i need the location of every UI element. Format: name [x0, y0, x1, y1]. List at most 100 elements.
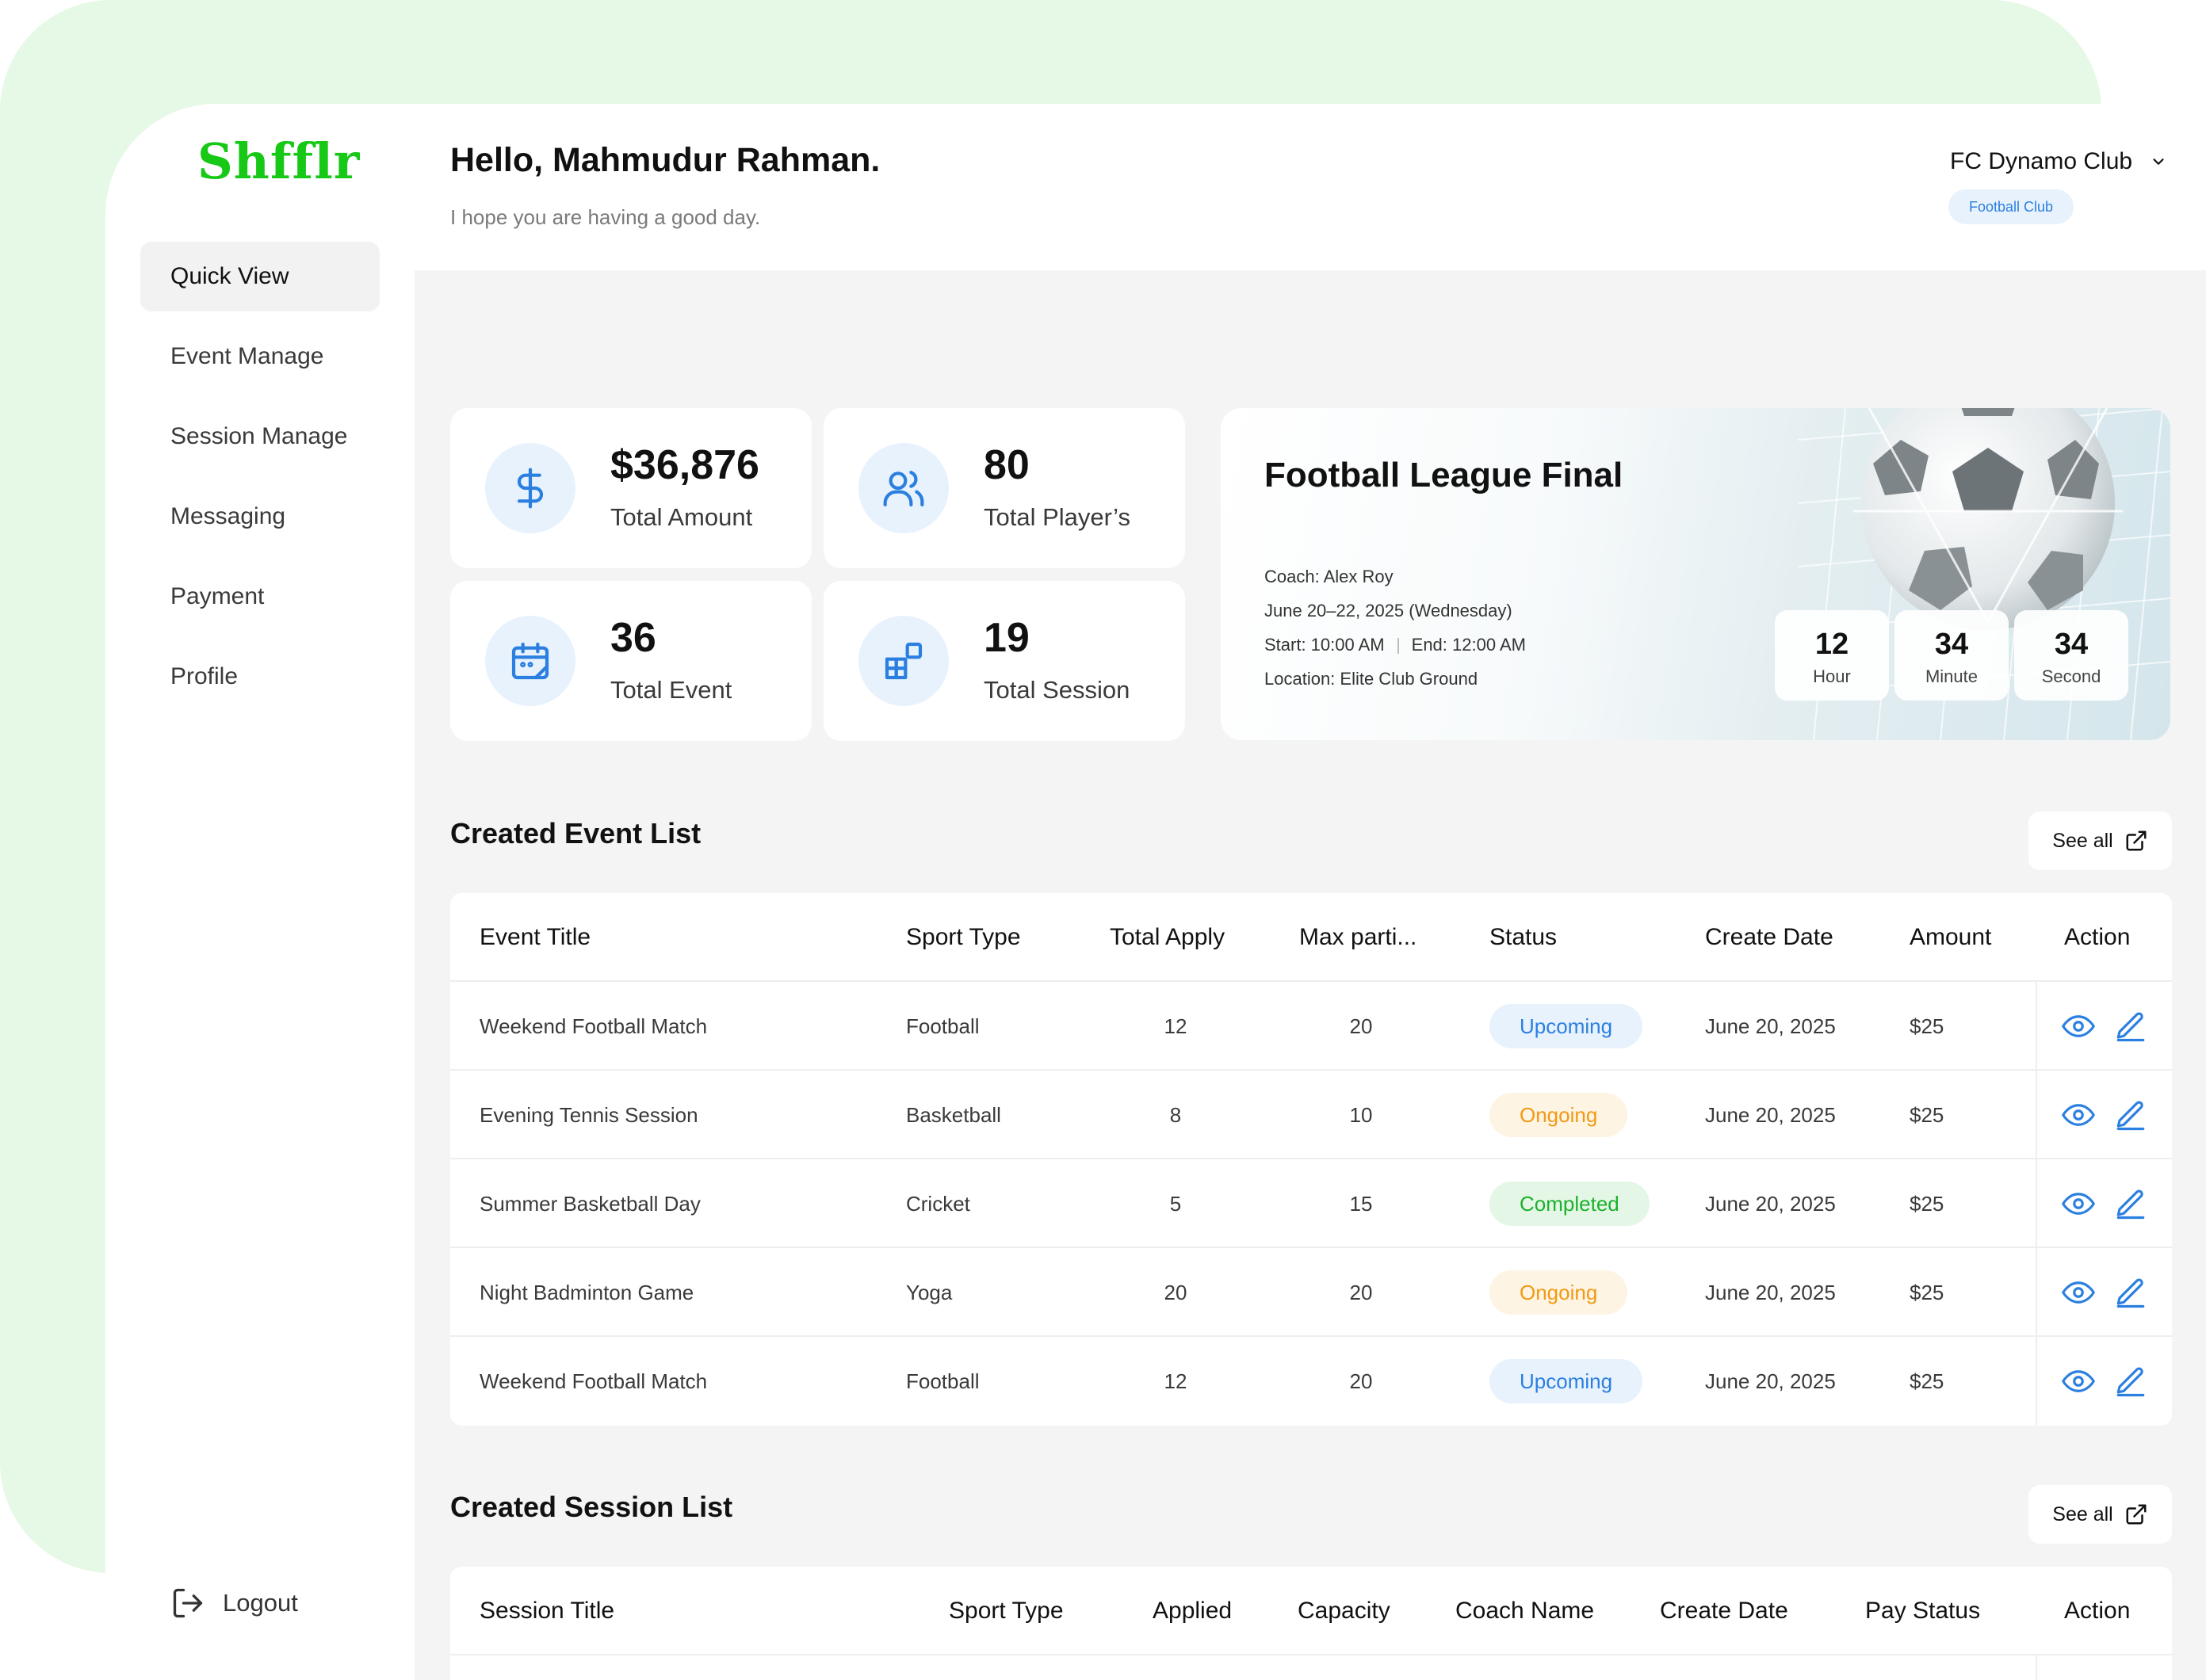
total-apply-cell: 12 [1164, 1014, 1187, 1038]
action-header-cell: Action [2036, 893, 2172, 982]
sessions-see-all-button[interactable]: See all [2028, 1485, 2172, 1544]
stat-value: 80 [984, 442, 1030, 488]
sidebar-item-payment[interactable]: Payment [140, 562, 380, 632]
edit-icon[interactable] [2114, 1187, 2147, 1220]
edit-icon[interactable] [2114, 1010, 2147, 1043]
column-header[interactable]: Total Apply [1110, 893, 1225, 982]
edit-icon[interactable] [2114, 1365, 2147, 1398]
status-cell: Upcoming [1489, 1337, 1643, 1426]
applied-cell: 10 [1153, 1655, 1248, 1680]
featured-coach: Coach: Alex Roy [1264, 567, 1394, 586]
sport-type-cell: Basketball [906, 1102, 1001, 1127]
see-all-label: See all [2052, 829, 2113, 852]
session-list-title: Created Session List [450, 1491, 733, 1523]
main-content: $36,876 Total Amount 80 Total Player’s 3… [415, 270, 2206, 1680]
total-apply-cell: 12 [1164, 1369, 1187, 1393]
eye-icon[interactable] [2062, 1187, 2095, 1220]
pay-status-cell: Paid [1865, 1655, 1998, 1680]
column-header[interactable]: Session Title [480, 1567, 614, 1655]
max-participants-cell: 20 [1349, 1280, 1373, 1304]
external-link-icon [2126, 1504, 2147, 1525]
table-row[interactable]: Weekend Football Match Football 12 20 Upcomi… [450, 1337, 2172, 1426]
featured-event-card[interactable]: Football League Final Coach: Alex Roy Ju… [1221, 408, 2170, 740]
session-title-cell: Morning Fitness Drill [480, 1655, 667, 1680]
events-see-all-button[interactable]: See all [2028, 811, 2172, 870]
eye-icon[interactable] [2062, 1365, 2095, 1398]
column-header[interactable]: Create Date [1660, 1567, 1788, 1655]
event-title-cell: Evening Tennis Session [480, 1102, 698, 1127]
club-selector[interactable]: FC Dynamo Club [1950, 148, 2167, 175]
stat-value: $36,876 [610, 442, 759, 488]
coach-name-cell: Sarah Collins [1455, 1655, 1578, 1680]
table-row[interactable]: Weekend Football Match Football 12 20 Upcomi… [450, 982, 2172, 1071]
column-header[interactable]: Event Title [480, 893, 591, 982]
column-header[interactable]: Capacity [1298, 1567, 1390, 1655]
table-row[interactable]: Night Badminton Game Yoga 20 20 Ongoing June … [450, 1248, 2172, 1337]
brand-logo[interactable]: Shfflr [197, 132, 360, 190]
logout-button[interactable]: Logout [170, 1586, 298, 1621]
create-date-cell: June 20, 2025 [1705, 1014, 1836, 1038]
column-header[interactable]: Sport Type [949, 1567, 1064, 1655]
event-rows: Weekend Football Match Football 12 20 Upcomi… [450, 982, 2172, 1426]
status-cell: Completed [1489, 1159, 1650, 1248]
countdown-label: Hour [1813, 666, 1851, 686]
countdown-second: 34 Second [2014, 610, 2128, 701]
amount-cell: $25 [1910, 1014, 1944, 1038]
stat-card-total-amount: $36,876 Total Amount [450, 408, 812, 568]
event-title-cell: Weekend Football Match [480, 1014, 708, 1038]
sidebar-item-session-manage[interactable]: Session Manage [140, 402, 380, 472]
countdown-value: 34 [1934, 628, 1969, 661]
sidebar-item-event-manage[interactable]: Event Manage [140, 322, 380, 391]
edit-icon[interactable] [2114, 1098, 2147, 1132]
sidebar-nav: Quick View Event Manage Session Manage M… [140, 242, 380, 722]
action-header-cell: Action [2036, 1567, 2172, 1655]
logout-icon [173, 1588, 203, 1618]
see-all-label: See all [2052, 1502, 2113, 1525]
action-cell [2036, 1655, 2172, 1680]
stat-card-total-players: 80 Total Player’s [824, 408, 1185, 568]
sidebar-item-quick-view[interactable]: Quick View [140, 242, 380, 311]
action-cell [2036, 1248, 2172, 1337]
event-title-cell: Summer Basketball Day [480, 1191, 701, 1216]
column-header[interactable]: Coach Name [1455, 1567, 1594, 1655]
table-row[interactable]: Evening Tennis Session Basketball 8 10 Ongoi… [450, 1071, 2172, 1159]
eye-icon[interactable] [2062, 1276, 2095, 1309]
calendar-icon [485, 616, 575, 706]
sport-type-cell: Yoga [906, 1280, 953, 1304]
status-cell: Ongoing [1489, 1071, 1628, 1159]
total-apply-cell: 20 [1164, 1280, 1187, 1304]
sport-type-cell: Football [949, 1655, 1023, 1680]
create-date-cell: June 20, 2025 [1705, 1191, 1836, 1216]
max-participants-cell: 20 [1349, 1369, 1373, 1393]
status-badge: Ongoing [1489, 1270, 1628, 1315]
column-header[interactable]: Create Date [1705, 893, 1833, 982]
club-type-badge: Football Club [1948, 189, 2074, 224]
table-row[interactable]: Summer Basketball Day Cricket 5 15 Completed… [450, 1159, 2172, 1248]
featured-event-title: Football League Final [1264, 456, 1623, 494]
table-header: Event Title Sport Type Total Apply Max p… [450, 893, 2172, 982]
action-cell [2036, 982, 2172, 1071]
column-header[interactable]: Pay Status [1865, 1567, 1980, 1655]
featured-time: Start: 10:00 AM End: 12:00 AM [1264, 635, 1526, 655]
column-header[interactable]: Status [1489, 893, 1557, 982]
club-name: FC Dynamo Club [1950, 148, 2133, 174]
status-badge: Ongoing [1489, 1093, 1628, 1137]
edit-icon[interactable] [2114, 1276, 2147, 1309]
column-header[interactable]: Max parti... [1299, 893, 1417, 982]
featured-start: Start: 10:00 AM [1264, 635, 1385, 655]
event-title-cell: Weekend Football Match [480, 1369, 708, 1393]
sidebar-item-messaging[interactable]: Messaging [140, 482, 380, 552]
amount-cell: $25 [1910, 1280, 1944, 1304]
create-date-cell: June 20, 2025 [1660, 1655, 1791, 1680]
column-header[interactable]: Sport Type [906, 893, 1021, 982]
table-row[interactable]: Morning Fitness Drill Football 10 15 Sarah C… [450, 1655, 2172, 1680]
football-image [1853, 408, 2123, 630]
column-header[interactable]: Applied [1153, 1567, 1232, 1655]
column-header[interactable]: Amount [1910, 893, 1991, 982]
stat-value: 36 [610, 615, 656, 661]
eye-icon[interactable] [2062, 1098, 2095, 1132]
event-list-title: Created Event List [450, 817, 702, 850]
sidebar-item-profile[interactable]: Profile [140, 642, 380, 712]
max-participants-cell: 15 [1349, 1191, 1373, 1216]
eye-icon[interactable] [2062, 1010, 2095, 1043]
